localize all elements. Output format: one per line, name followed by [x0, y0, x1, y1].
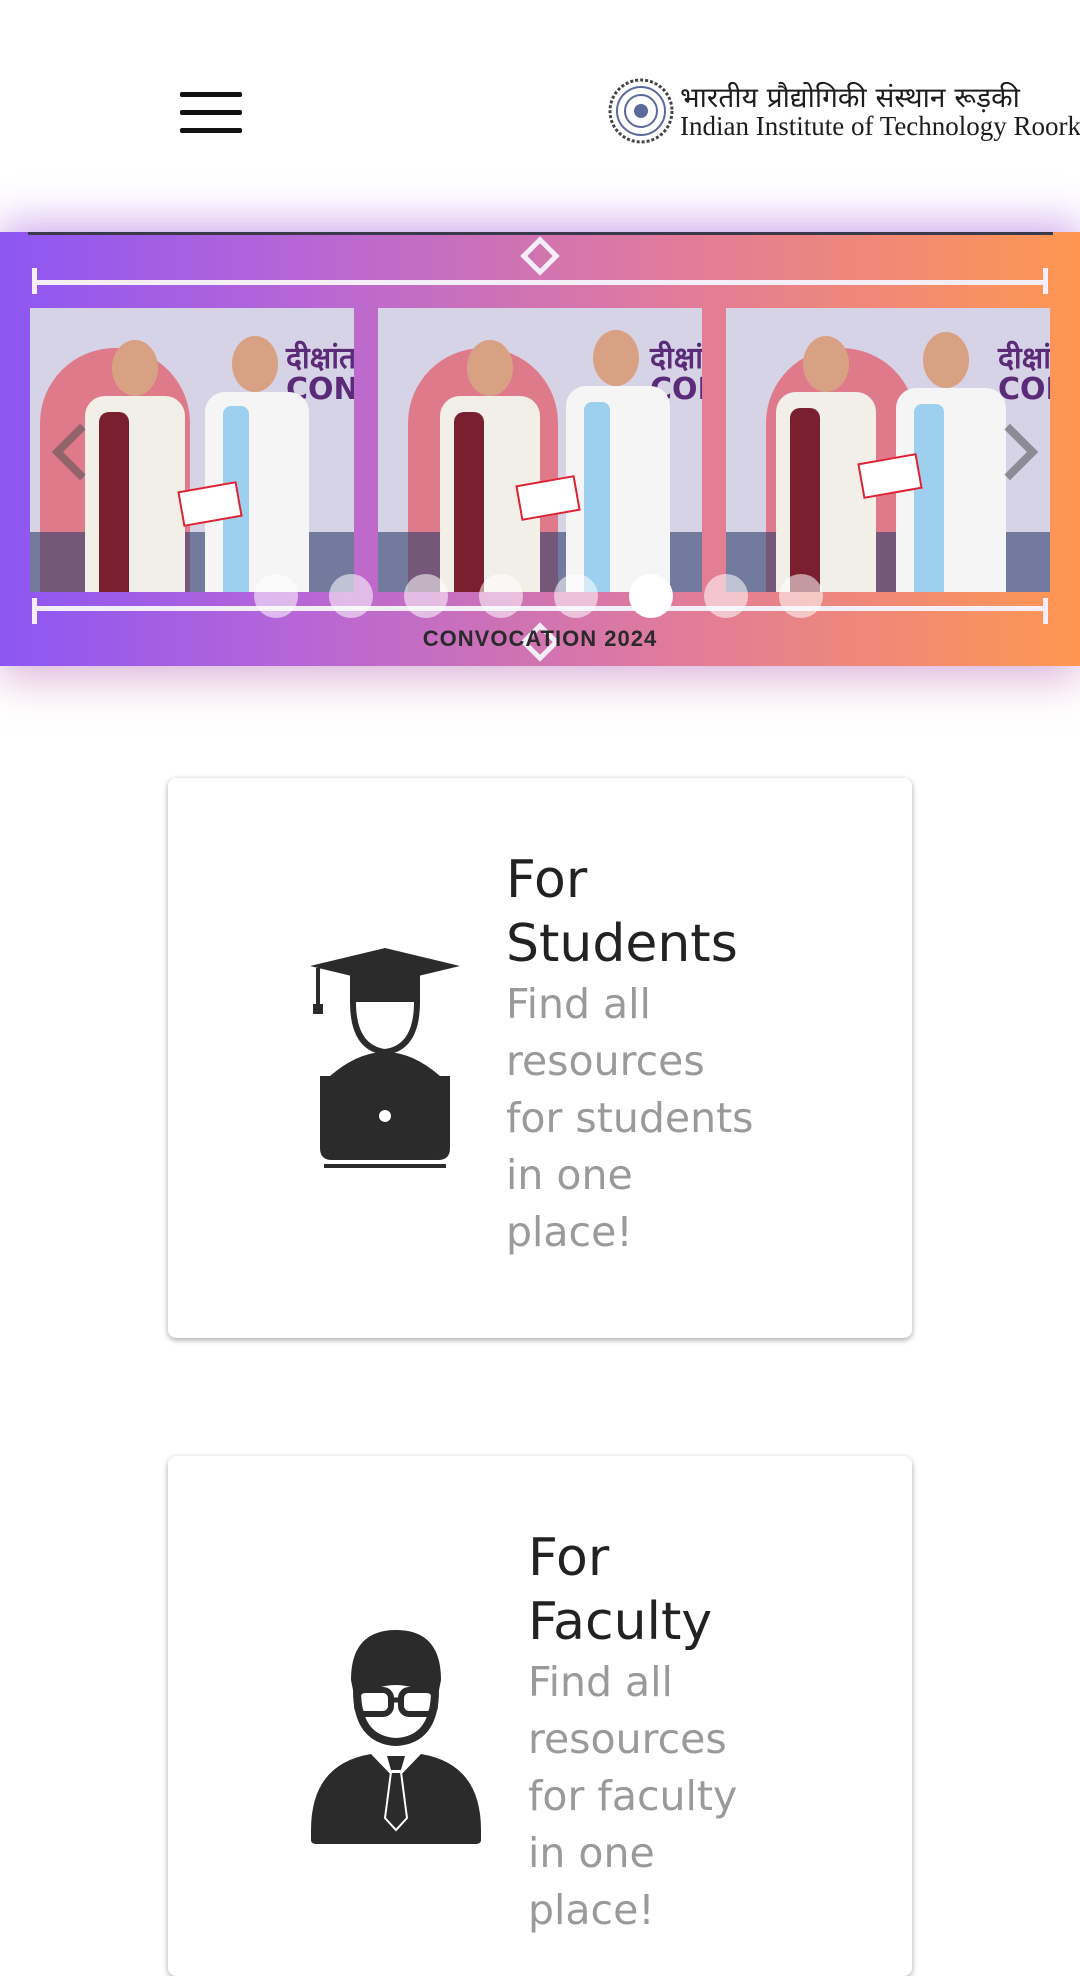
- carousel-dot-5[interactable]: [554, 574, 598, 618]
- students-card[interactable]: For Students Find all resources for stud…: [168, 778, 912, 1338]
- header: भारतीय प्रौद्योगिकी संस्थान रूड़की India…: [0, 0, 1080, 220]
- faculty-person-icon: [311, 1630, 481, 1844]
- students-card-desc-line3: for students: [506, 1094, 754, 1142]
- logo-english-text: Indian Institute of Technology Roorkee: [680, 111, 1080, 141]
- students-card-desc-line2: resources: [506, 1037, 705, 1085]
- frame-tick: [1043, 598, 1048, 624]
- iit-roorkee-emblem-icon: [608, 78, 674, 144]
- carousel-dot-3[interactable]: [404, 574, 448, 618]
- faculty-card-title-line2: Faculty: [528, 1592, 713, 1652]
- frame-line-bottom: [32, 606, 1048, 611]
- faculty-card-desc-line3: for faculty: [528, 1772, 738, 1820]
- convocation-carousel: दीक्षांत CON दीक्षांत CON: [0, 232, 1080, 666]
- frame-tick: [32, 268, 37, 294]
- students-card-title-line2: Students: [506, 914, 738, 974]
- hamburger-menu-icon[interactable]: [180, 92, 242, 136]
- carousel-dot-2[interactable]: [329, 574, 373, 618]
- frame-tick: [1043, 268, 1048, 294]
- students-card-desc-line4: in one: [506, 1151, 633, 1199]
- faculty-card-desc-line5: place!: [528, 1886, 655, 1934]
- students-card-title-line1: For: [506, 850, 588, 910]
- convocation-photo-2: दीक्षांत CON: [378, 308, 702, 592]
- student-laptop-icon: [310, 948, 460, 1168]
- faculty-card[interactable]: For Faculty Find all resources for facul…: [168, 1456, 912, 1976]
- students-card-desc-line1: Find all: [506, 980, 651, 1028]
- frame-tick: [32, 598, 37, 624]
- carousel-dot-7[interactable]: [704, 574, 748, 618]
- banner-caption: CONVOCATION 2024: [422, 626, 658, 651]
- iit-roorkee-logo[interactable]: भारतीय प्रौद्योगिकी संस्थान रूड़की India…: [608, 76, 1080, 146]
- carousel-dot-8[interactable]: [779, 574, 823, 618]
- carousel-dot-1[interactable]: [254, 574, 298, 618]
- faculty-card-title-line1: For: [528, 1528, 610, 1588]
- faculty-card-desc-line4: in one: [528, 1829, 655, 1877]
- carousel-dot-6[interactable]: [629, 574, 673, 618]
- frame-diamond-top: [520, 236, 560, 276]
- frame-line-top: [32, 280, 1048, 285]
- banner-top-border: [28, 232, 1053, 235]
- faculty-card-desc-line1: Find all: [528, 1658, 673, 1706]
- faculty-card-desc-line2: resources: [528, 1715, 727, 1763]
- students-card-desc-line5: place!: [506, 1208, 633, 1256]
- carousel-dot-4[interactable]: [479, 574, 523, 618]
